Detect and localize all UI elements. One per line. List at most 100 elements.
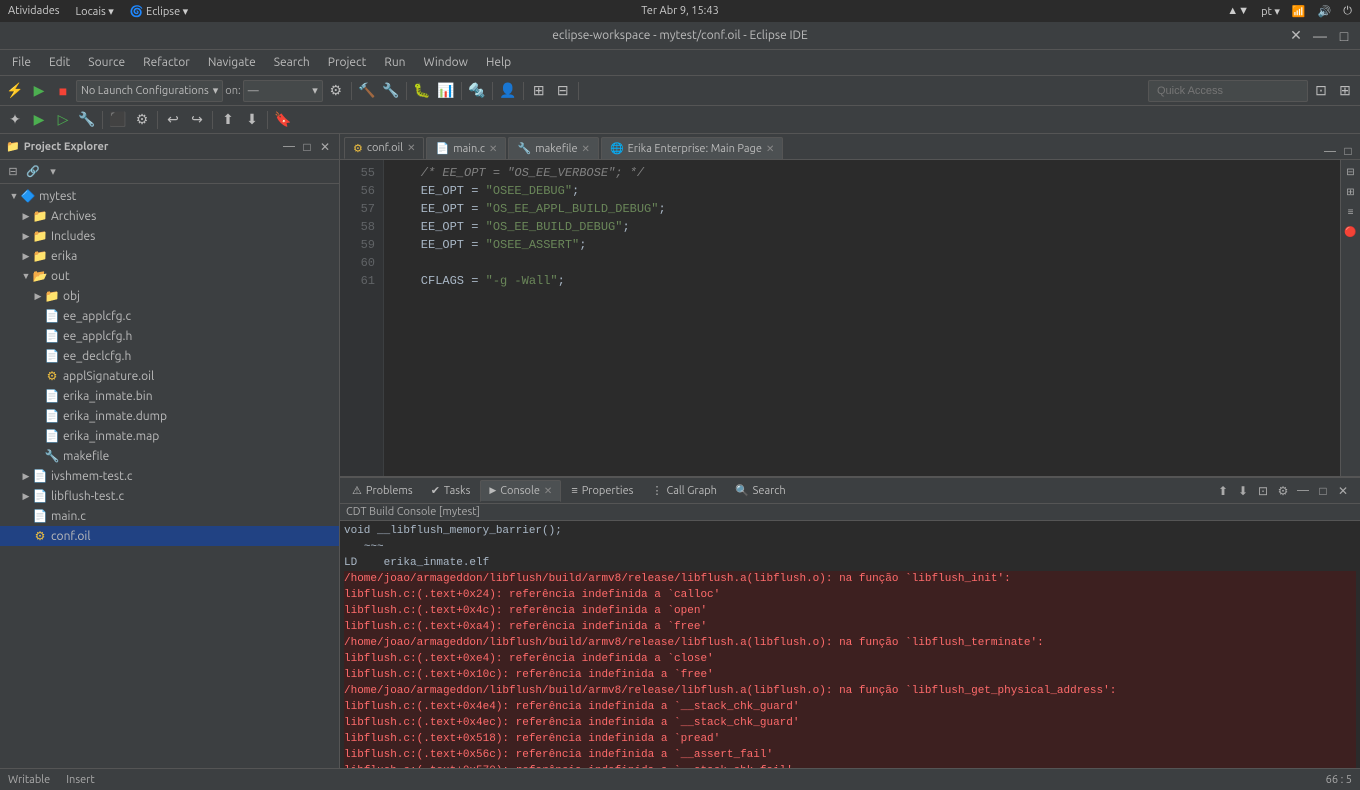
- quick-access-input[interactable]: [1148, 80, 1308, 102]
- maximize-panel-button[interactable]: □: [299, 139, 315, 155]
- close-button[interactable]: ✕: [1288, 28, 1304, 44]
- view-button[interactable]: ⊟: [552, 80, 574, 102]
- explorer-menu-button[interactable]: ▾: [44, 163, 62, 181]
- activities-menu[interactable]: Atividades: [8, 5, 60, 18]
- editor-minimize-button[interactable]: —: [1322, 143, 1338, 159]
- minimize-button[interactable]: —: [1312, 28, 1328, 44]
- console-down-button[interactable]: ⬇: [1234, 482, 1252, 500]
- next-edit-button[interactable]: ⬇: [241, 109, 263, 131]
- console-tab-close[interactable]: ✕: [544, 485, 552, 497]
- editor-mini-btn-1[interactable]: ⊟: [1343, 164, 1359, 180]
- tab-conf-oil[interactable]: ⚙ conf.oil ✕: [344, 137, 424, 159]
- undo-button[interactable]: ↩: [162, 109, 184, 131]
- debug-button[interactable]: 🐛: [411, 80, 433, 102]
- tree-item-conf-oil[interactable]: ▶ ⚙ conf.oil: [0, 526, 339, 546]
- tab-search[interactable]: 🔍 Search: [727, 480, 794, 502]
- console-minimize-button[interactable]: —: [1294, 482, 1312, 500]
- close-panel-button[interactable]: ✕: [317, 139, 333, 155]
- run3-button[interactable]: ▷: [52, 109, 74, 131]
- menu-edit[interactable]: Edit: [41, 54, 78, 71]
- menu-refactor[interactable]: Refactor: [135, 54, 198, 71]
- volume-icon[interactable]: 🔊: [1318, 5, 1332, 18]
- makefile-tab-close[interactable]: ✕: [582, 143, 590, 155]
- main-c-tab-close[interactable]: ✕: [489, 143, 497, 155]
- tree-item-libflush-test[interactable]: ▶ 📄 libflush-test.c: [0, 486, 339, 506]
- console-close-button[interactable]: ✕: [1334, 482, 1352, 500]
- tree-item-erika[interactable]: ▶ 📁 erika: [0, 246, 339, 266]
- build-all-button[interactable]: 🔧: [380, 80, 402, 102]
- tree-item-ivshmem-test[interactable]: ▶ 📄 ivshmem-test.c: [0, 466, 339, 486]
- redo-button[interactable]: ↪: [186, 109, 208, 131]
- build-button[interactable]: 🔨: [356, 80, 378, 102]
- back-button[interactable]: ⬛: [107, 109, 129, 131]
- tree-item-archives[interactable]: ▶ 📁 Archives: [0, 206, 339, 226]
- tree-item-erika-inmate-map[interactable]: ▶ 📄 erika_inmate.map: [0, 426, 339, 446]
- locais-menu[interactable]: Locais ▾: [76, 5, 114, 18]
- tree-item-main-c[interactable]: ▶ 📄 main.c: [0, 506, 339, 526]
- wifi-icon[interactable]: 📶: [1292, 5, 1306, 18]
- menu-source[interactable]: Source: [80, 54, 133, 71]
- minimize-panel-button[interactable]: —: [281, 139, 297, 155]
- editor-mini-btn-3[interactable]: ≡: [1343, 204, 1359, 220]
- eclipse-menu[interactable]: 🌀 Eclipse ▾: [130, 5, 188, 18]
- menu-navigate[interactable]: Navigate: [200, 54, 264, 71]
- tab-callgraph[interactable]: ⋮ Call Graph: [643, 480, 725, 502]
- tree-item-applsignature[interactable]: ▶ ⚙ applSignature.oil: [0, 366, 339, 386]
- conf-oil-tab-close[interactable]: ✕: [407, 142, 415, 154]
- tree-item-includes[interactable]: ▶ 📁 Includes: [0, 226, 339, 246]
- console-maximize-button[interactable]: □: [1314, 482, 1332, 500]
- erika-tab-close[interactable]: ✕: [766, 143, 774, 155]
- editor-mini-btn-4[interactable]: 🔴: [1343, 224, 1359, 240]
- tab-main-c[interactable]: 📄 main.c ✕: [426, 137, 506, 159]
- menu-help[interactable]: Help: [478, 54, 519, 71]
- menu-search[interactable]: Search: [266, 54, 318, 71]
- tree-item-erika-inmate-bin[interactable]: ▶ 📄 erika_inmate.bin: [0, 386, 339, 406]
- run-button[interactable]: ▶: [28, 80, 50, 102]
- link-editor-button[interactable]: 🔗: [24, 163, 42, 181]
- prev-edit-button[interactable]: ⬆: [217, 109, 239, 131]
- collapse-all-button[interactable]: ⊟: [4, 163, 22, 181]
- bookmark-button[interactable]: 🔖: [272, 109, 294, 131]
- tree-item-ee-applcfg-c[interactable]: ▶ 📄 ee_applcfg.c: [0, 306, 339, 326]
- new-button[interactable]: ⚡: [4, 80, 26, 102]
- tab-makefile[interactable]: 🔧 makefile ✕: [508, 137, 599, 159]
- settings-button[interactable]: ⚙: [325, 80, 347, 102]
- menu-window[interactable]: Window: [416, 54, 476, 71]
- tree-item-obj[interactable]: ▶ 📁 obj: [0, 286, 339, 306]
- tree-item-ee-declcfg-h[interactable]: ▶ 📄 ee_declcfg.h: [0, 346, 339, 366]
- power-icon[interactable]: ⏻: [1343, 5, 1352, 18]
- tree-item-ee-applcfg-h[interactable]: ▶ 📄 ee_applcfg.h: [0, 326, 339, 346]
- tab-erika[interactable]: 🌐 Erika Enterprise: Main Page ✕: [601, 137, 783, 159]
- tab-properties[interactable]: ≡ Properties: [563, 480, 641, 502]
- menu-project[interactable]: Project: [320, 54, 375, 71]
- tree-item-makefile-out[interactable]: ▶ 🔧 makefile: [0, 446, 339, 466]
- tree-item-erika-inmate-dump[interactable]: ▶ 📄 erika_inmate.dump: [0, 406, 339, 426]
- code-content[interactable]: /* EE_OPT = "OS_EE_VERBOSE"; */ EE_OPT =…: [384, 160, 1340, 476]
- menu-file[interactable]: File: [4, 54, 39, 71]
- language-menu[interactable]: pt ▾: [1261, 5, 1280, 18]
- tab-console[interactable]: ▶ Console ✕: [480, 480, 561, 502]
- build2-button[interactable]: 🔧: [76, 109, 98, 131]
- run2-button[interactable]: ▶: [28, 109, 50, 131]
- perspective-button[interactable]: ⊞: [528, 80, 550, 102]
- menu-run[interactable]: Run: [376, 54, 413, 71]
- console-copy-button[interactable]: ⊡: [1254, 482, 1272, 500]
- tab-tasks[interactable]: ✔ Tasks: [423, 480, 479, 502]
- console-settings-button[interactable]: ⚙: [1274, 482, 1292, 500]
- perspective-switch2-button[interactable]: ⊞: [1334, 80, 1356, 102]
- tree-item-mytest[interactable]: ▼ 🔷 mytest: [0, 186, 339, 206]
- editor-maximize-button[interactable]: □: [1340, 143, 1356, 159]
- editor-mini-btn-2[interactable]: ⊞: [1343, 184, 1359, 200]
- on-value-dropdown[interactable]: — ▾: [243, 80, 323, 102]
- new2-button[interactable]: ✦: [4, 109, 26, 131]
- user-button[interactable]: 👤: [497, 80, 519, 102]
- maximize-button[interactable]: □: [1336, 28, 1352, 44]
- console-content[interactable]: void __libflush_memory_barrier(); ~~~ LD…: [340, 521, 1360, 768]
- console-up-button[interactable]: ⬆: [1214, 482, 1232, 500]
- tab-problems[interactable]: ⚠ Problems: [344, 480, 421, 502]
- launch-config-dropdown[interactable]: No Launch Configurations ▾: [76, 80, 223, 102]
- profile-button[interactable]: 📊: [435, 80, 457, 102]
- tree-item-out[interactable]: ▼ 📂 out: [0, 266, 339, 286]
- forward-button[interactable]: ⚙: [131, 109, 153, 131]
- tools-button[interactable]: 🔩: [466, 80, 488, 102]
